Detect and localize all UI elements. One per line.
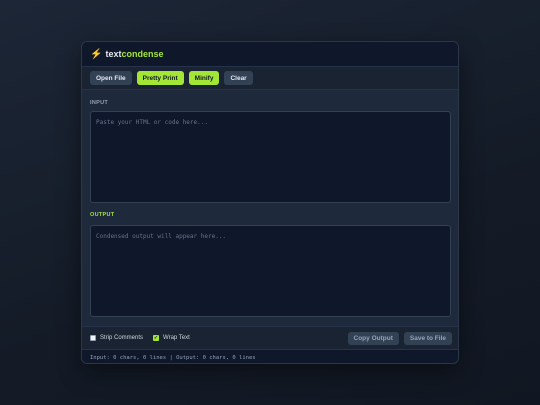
wrap-text-label: Wrap Text bbox=[163, 335, 190, 341]
pretty-print-button[interactable]: Pretty Print bbox=[136, 71, 184, 85]
strip-comments-checkbox[interactable] bbox=[90, 335, 96, 341]
app-window: ⚡ text condense Open File Pretty Print Mi… bbox=[81, 41, 459, 364]
lightning-bolt-icon: ⚡ bbox=[90, 48, 103, 60]
copy-output-button[interactable]: Copy Output bbox=[347, 331, 399, 345]
status-bar: Input: 0 chars, 0 lines | Output: 0 char… bbox=[82, 349, 458, 363]
options-bar: Strip Comments ✓ Wrap Text Copy Output S… bbox=[82, 326, 458, 349]
minify-button[interactable]: Minify bbox=[188, 71, 220, 85]
output-textarea[interactable] bbox=[90, 225, 451, 317]
strip-comments-option[interactable]: Strip Comments bbox=[90, 335, 143, 341]
wrap-text-checkbox[interactable]: ✓ bbox=[153, 334, 160, 341]
app-title-suffix: condense bbox=[121, 49, 164, 59]
input-textarea[interactable] bbox=[90, 111, 451, 203]
input-label: INPUT bbox=[90, 100, 108, 106]
output-label: OUTPUT bbox=[90, 212, 115, 218]
toolbar: Open File Pretty Print Minify Clear bbox=[82, 67, 458, 90]
save-to-file-button[interactable]: Save to File bbox=[403, 331, 452, 345]
open-file-button[interactable]: Open File bbox=[90, 71, 132, 85]
clear-button[interactable]: Clear bbox=[224, 71, 253, 85]
status-text: Input: 0 chars, 0 lines | Output: 0 char… bbox=[90, 354, 256, 361]
app-title-prefix: text bbox=[105, 49, 122, 59]
strip-comments-label: Strip Comments bbox=[100, 335, 144, 341]
check-icon: ✓ bbox=[153, 334, 159, 341]
wrap-text-option[interactable]: ✓ Wrap Text bbox=[153, 335, 190, 341]
title-bar: ⚡ text condense bbox=[82, 42, 458, 67]
